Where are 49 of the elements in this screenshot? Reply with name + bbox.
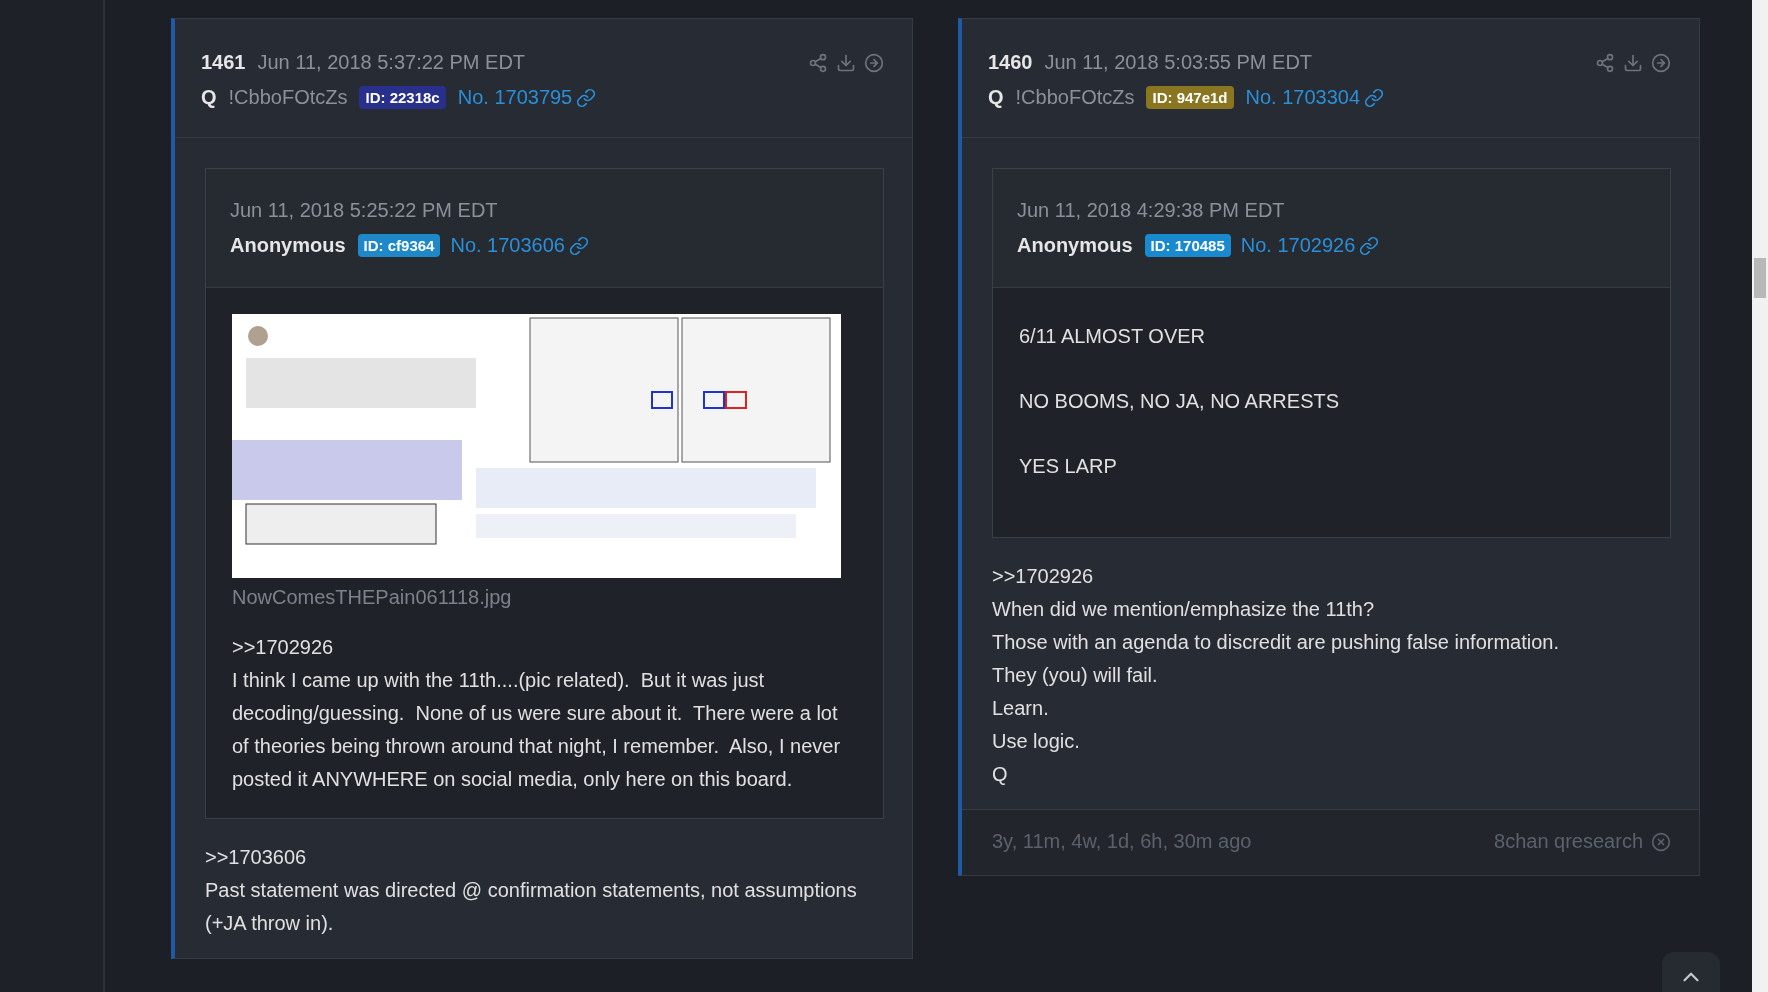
arrow-right-circle-icon[interactable] bbox=[1651, 52, 1671, 73]
post-timestamp: Jun 11, 2018 5:25:22 PM EDT bbox=[230, 199, 499, 222]
post-number-link[interactable]: No. 1703304 bbox=[1245, 86, 1361, 109]
poster-id-badge: ID: 947e1d bbox=[1146, 86, 1234, 109]
link-icon[interactable] bbox=[569, 235, 589, 256]
download-icon[interactable] bbox=[836, 52, 856, 73]
post-text: I think I came up with the 11th....(pic related). But it was just decoding/guessing. None of us were sure about it. There were a lot of theories being thrown around that night, I remember. Also, I never posted it ANYWHERE on social media, only here on this board. bbox=[232, 668, 842, 792]
author-name: Anonymous bbox=[1017, 234, 1133, 257]
post-text: 6/11 ALMOST OVER bbox=[1019, 324, 1206, 349]
post-text: YES LARP bbox=[1019, 454, 1118, 479]
poster-id-badge: ID: 22318c bbox=[359, 86, 446, 109]
share-icon[interactable] bbox=[1595, 52, 1615, 73]
post-timestamp: Jun 11, 2018 5:03:55 PM EDT bbox=[1044, 51, 1313, 74]
post-text: They (you) will fail. bbox=[992, 663, 1159, 688]
share-icon[interactable] bbox=[808, 52, 828, 73]
post-timestamp: Jun 11, 2018 5:37:22 PM EDT bbox=[257, 51, 526, 74]
download-icon[interactable] bbox=[1623, 52, 1643, 73]
post-number: 1460 bbox=[988, 51, 1033, 74]
reply-reference[interactable]: >>1702926 bbox=[992, 560, 1671, 593]
post-text: Q bbox=[992, 762, 1009, 787]
link-icon[interactable] bbox=[1364, 87, 1385, 108]
reply-reference[interactable]: >>1702926 bbox=[232, 631, 855, 664]
post-text: When did we mention/emphasize the 11th? bbox=[992, 597, 1376, 622]
post-text: Learn. bbox=[992, 696, 1050, 721]
poster-id-badge: ID: cf9364 bbox=[357, 234, 441, 257]
image-filename[interactable]: NowComesTHEPain061118.jpg bbox=[232, 586, 855, 609]
tripcode: !CbboFOtcZs bbox=[1015, 86, 1135, 109]
post-number: 1461 bbox=[201, 51, 246, 74]
post-text: Use logic. bbox=[992, 729, 1081, 754]
post-timestamp: Jun 11, 2018 4:29:38 PM EDT bbox=[1017, 199, 1286, 222]
link-icon[interactable] bbox=[576, 87, 597, 108]
post-age: 3y, 11m, 4w, 1d, 6h, 30m ago bbox=[992, 830, 1252, 853]
close-icon[interactable] bbox=[1651, 831, 1671, 852]
link-icon[interactable] bbox=[1359, 235, 1380, 256]
author-name: Q bbox=[201, 86, 217, 109]
post-number-link[interactable]: No. 1703795 bbox=[457, 86, 573, 109]
poster-id-badge: ID: 170485 bbox=[1144, 234, 1231, 257]
post-number-link[interactable]: No. 1703606 bbox=[450, 234, 565, 257]
tripcode: !CbboFOtcZs bbox=[228, 86, 348, 109]
post-number-link[interactable]: No. 1702926 bbox=[1240, 234, 1356, 257]
author-name: Anonymous bbox=[230, 234, 346, 257]
arrow-right-circle-icon[interactable] bbox=[864, 52, 884, 73]
reply-reference[interactable]: >>1703606 bbox=[205, 841, 884, 874]
post-text: Past statement was directed @ confirmation statements, not assumptions (+JA throw in). bbox=[205, 878, 858, 936]
post-text: NO BOOMS, NO JA, NO ARRESTS bbox=[1019, 389, 1341, 414]
post-text: Those with an agenda to discredit are pushing false information. bbox=[992, 630, 1560, 655]
post-source: 8chan qresearch bbox=[1494, 830, 1643, 853]
author-name: Q bbox=[988, 86, 1004, 109]
scrollbar-thumb[interactable] bbox=[1754, 258, 1766, 298]
